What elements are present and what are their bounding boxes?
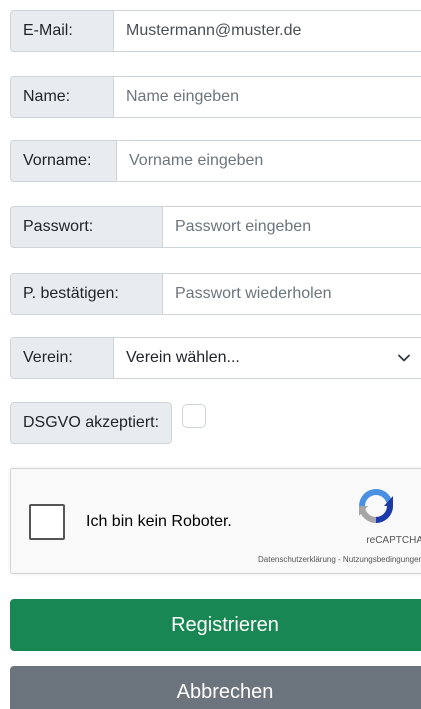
recaptcha-terms[interactable]: Datenschutzerklärung - Nutzungsbedingung…	[258, 555, 421, 564]
recaptcha-widget: Ich bin kein Roboter. reCAPTCHA Datensch…	[10, 468, 421, 574]
verein-selected-value: Verein wählen...	[126, 349, 240, 366]
passwort-field[interactable]: Passwort eingeben	[163, 206, 421, 248]
name-label: Name:	[10, 76, 114, 118]
recaptcha-checkbox[interactable]	[29, 504, 65, 540]
bestaetigen-field[interactable]: Passwort wiederholen	[163, 273, 421, 315]
dsgvo-group: DSGVO akzeptiert:	[10, 402, 207, 444]
name-group: Name: Name eingeben	[10, 76, 421, 118]
name-field[interactable]: Name eingeben	[114, 76, 421, 118]
recaptcha-brand: reCAPTCHA	[366, 535, 421, 546]
verein-label: Verein:	[10, 337, 114, 379]
recaptcha-label: Ich bin kein Roboter.	[86, 513, 232, 530]
verein-select[interactable]: Verein wählen...	[114, 337, 421, 379]
dsgvo-label: DSGVO akzeptiert:	[10, 402, 173, 444]
vorname-group: Vorname: Vorname eingeben	[10, 140, 421, 182]
vorname-field[interactable]: Vorname eingeben	[117, 140, 421, 182]
email-label: E-Mail:	[10, 10, 114, 52]
verein-group: Verein: Verein wählen...	[10, 337, 421, 379]
chevron-down-icon	[397, 351, 411, 365]
dsgvo-checkbox[interactable]	[182, 404, 207, 428]
recaptcha-logo-icon	[353, 483, 399, 529]
passwort-group: Passwort: Passwort eingeben	[10, 206, 421, 248]
bestaetigen-label: P. bestätigen:	[10, 273, 163, 315]
passwort-label: Passwort:	[10, 206, 163, 248]
vorname-label: Vorname:	[10, 140, 117, 182]
register-button[interactable]: Registrieren	[10, 599, 421, 651]
email-field[interactable]: Mustermann@muster.de	[114, 10, 421, 52]
bestaetigen-group: P. bestätigen: Passwort wiederholen	[10, 273, 421, 315]
cancel-button[interactable]: Abbrechen	[10, 666, 421, 709]
email-group: E-Mail: Mustermann@muster.de	[10, 10, 421, 52]
